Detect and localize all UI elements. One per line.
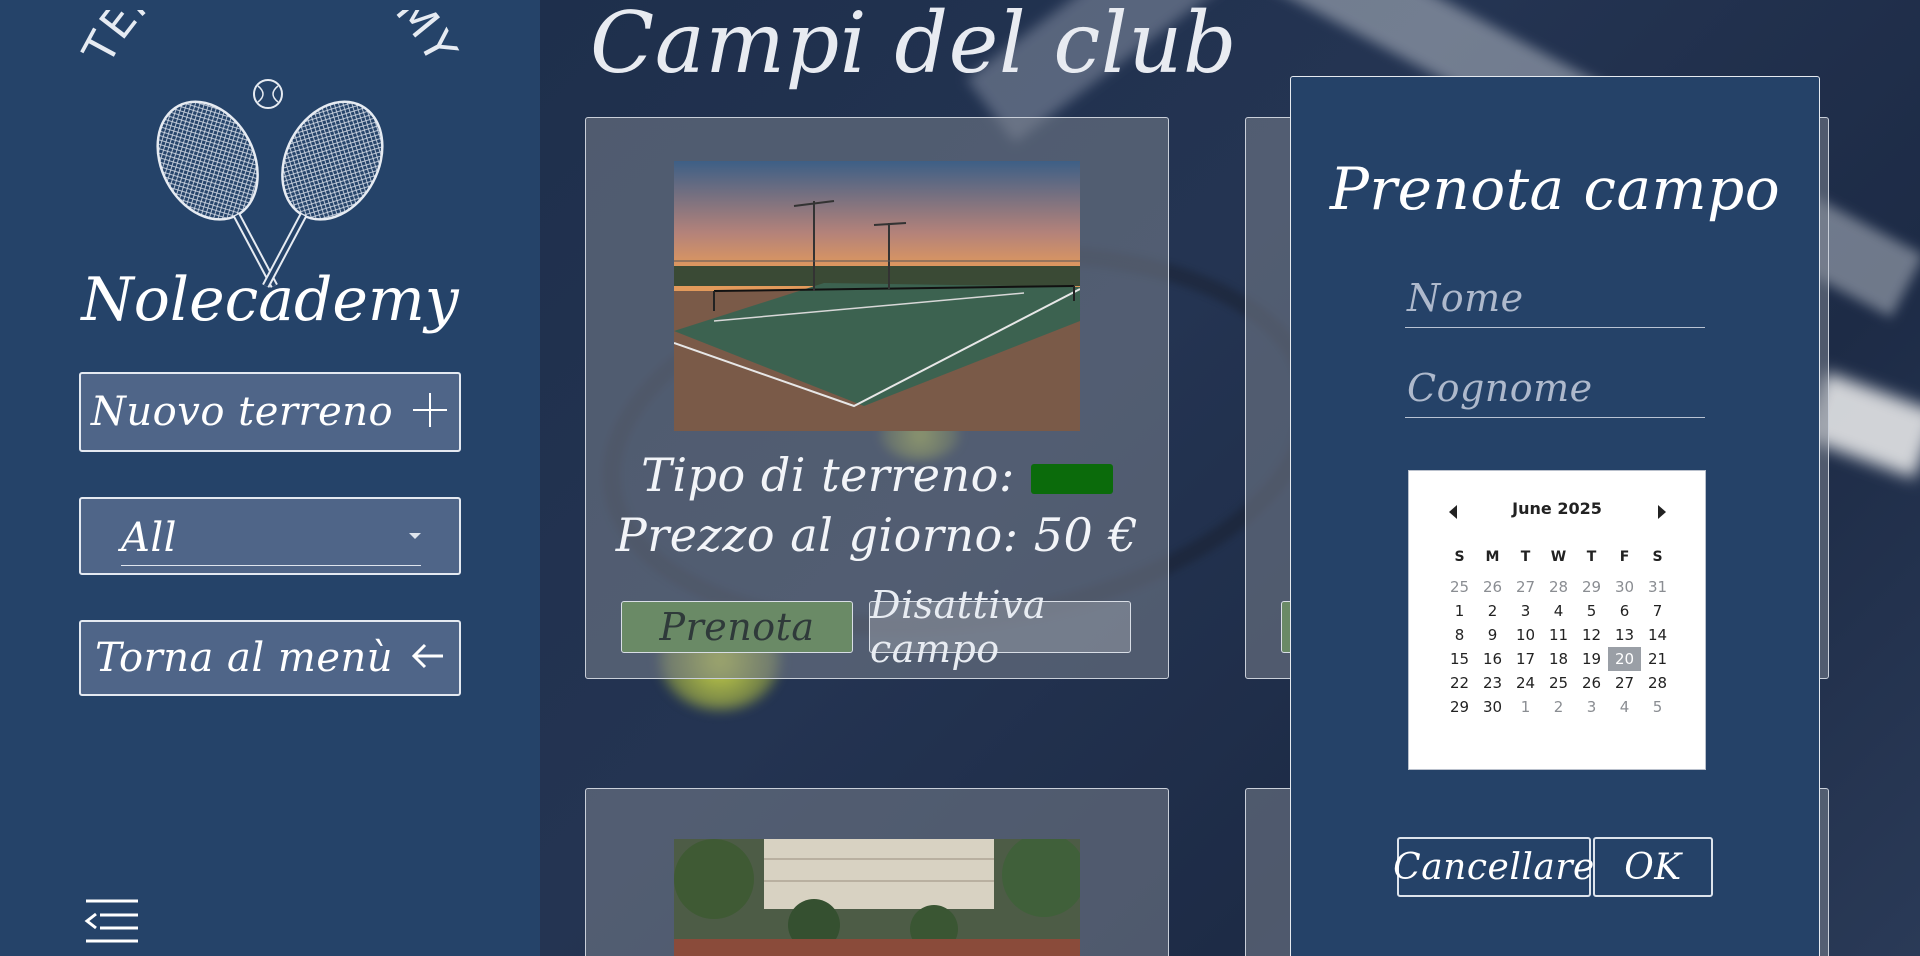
calendar-day[interactable]: 25 xyxy=(1542,671,1575,695)
calendar-day[interactable]: 5 xyxy=(1575,599,1608,623)
new-field-button[interactable]: Nuovo terreno xyxy=(79,372,461,452)
calendar-day[interactable]: 5 xyxy=(1641,695,1674,719)
weekday-label: T xyxy=(1520,549,1531,565)
calendar-day[interactable]: 4 xyxy=(1608,695,1641,719)
calendar-day[interactable]: 17 xyxy=(1509,647,1542,671)
sidebar: TENNIS ACADEMY Nolecademy Nuovo terreno … xyxy=(0,0,540,956)
court-card: Tipo di terreno: Prezzo al giorno: 50 € … xyxy=(585,117,1169,679)
calendar-day[interactable]: 15 xyxy=(1443,647,1476,671)
calendar-day[interactable]: 1 xyxy=(1509,695,1542,719)
calendar-day[interactable]: 16 xyxy=(1476,647,1509,671)
calendar-day[interactable]: 22 xyxy=(1443,671,1476,695)
filter-value: All xyxy=(121,515,177,561)
calendar-day[interactable]: 30 xyxy=(1608,575,1641,599)
calendar-day[interactable]: 13 xyxy=(1608,623,1641,647)
calendar-day[interactable]: 14 xyxy=(1641,623,1674,647)
calendar-day[interactable]: 29 xyxy=(1443,695,1476,719)
date-picker: June 2025 S M T W T F S 25 26 27 28 29 30 31 1 2 3 4 5 6 7 8 9… xyxy=(1408,470,1706,770)
weekday-label: S xyxy=(1652,549,1663,565)
weekday-label: W xyxy=(1550,549,1567,565)
calendar-day[interactable]: 27 xyxy=(1509,575,1542,599)
calendar-day[interactable]: 21 xyxy=(1641,647,1674,671)
name-placeholder: Nome xyxy=(1407,276,1524,320)
surname-field[interactable]: Cognome xyxy=(1405,362,1705,418)
next-month-icon[interactable] xyxy=(1658,505,1666,519)
svg-text:Nolecademy: Nolecademy xyxy=(80,265,460,335)
court-price: Prezzo al giorno: 50 € xyxy=(615,508,1139,562)
calendar-day[interactable]: 2 xyxy=(1476,599,1509,623)
calendar-day[interactable]: 19 xyxy=(1575,647,1608,671)
calendar-day[interactable]: 28 xyxy=(1542,575,1575,599)
page-title: Campi del club xyxy=(590,0,1238,92)
calendar-day[interactable]: 10 xyxy=(1509,623,1542,647)
back-to-menu-button[interactable]: Torna al menù xyxy=(79,620,461,696)
calendar-day[interactable]: 3 xyxy=(1575,695,1608,719)
weekday-label: S xyxy=(1454,549,1465,565)
weekday-label: F xyxy=(1619,549,1630,565)
calendar-day[interactable]: 30 xyxy=(1476,695,1509,719)
calendar-day[interactable]: 29 xyxy=(1575,575,1608,599)
calendar-day[interactable]: 8 xyxy=(1443,623,1476,647)
ok-button[interactable]: OK xyxy=(1593,837,1713,897)
book-button[interactable]: Prenota xyxy=(621,601,853,653)
calendar-day[interactable]: 11 xyxy=(1542,623,1575,647)
back-label: Torna al menù xyxy=(94,635,394,681)
calendar-day[interactable]: 23 xyxy=(1476,671,1509,695)
court-type-row: Tipo di terreno: xyxy=(586,448,1168,502)
calendar-day[interactable]: 12 xyxy=(1575,623,1608,647)
svg-text:TENNIS ACADEMY: TENNIS ACADEMY xyxy=(80,10,460,73)
court-card xyxy=(585,788,1169,956)
calendar-day[interactable]: 26 xyxy=(1476,575,1509,599)
filter-underline xyxy=(121,565,421,566)
booking-title: Prenota campo xyxy=(1329,155,1781,223)
chevron-down-icon xyxy=(409,533,421,539)
arrow-left-icon xyxy=(411,642,445,674)
court-photo xyxy=(674,161,1080,431)
collapse-menu-icon[interactable] xyxy=(84,898,140,944)
court-type-label: Tipo di terreno: xyxy=(641,448,1015,502)
calendar-day[interactable]: 25 xyxy=(1443,575,1476,599)
booking-panel: Prenota campo Nome Cognome June 2025 SMT… xyxy=(1290,76,1820,956)
calendar-day[interactable]: 7 xyxy=(1641,599,1674,623)
plus-icon xyxy=(411,391,449,433)
name-field[interactable]: Nome xyxy=(1405,272,1705,328)
calendar-day[interactable]: 4 xyxy=(1542,599,1575,623)
weekday-label: T xyxy=(1586,549,1597,565)
court-type-color-swatch xyxy=(1030,464,1113,494)
calendar-day[interactable]: 3 xyxy=(1509,599,1542,623)
calendar-day[interactable]: 26 xyxy=(1575,671,1608,695)
tennis-academy-logo: TENNIS ACADEMY Nolecademy xyxy=(80,10,460,335)
deactivate-court-button[interactable]: Disattiva campo xyxy=(869,583,1131,671)
calendar-grid: S M T W T F S 25 26 27 28 29 30 31 1 2 3 4 5 6 7 8 9 10 11 12 13 14… xyxy=(1443,549,1674,719)
court-photo xyxy=(674,839,1080,956)
calendar-day[interactable]: 24 xyxy=(1509,671,1542,695)
weekday-label: M xyxy=(1485,549,1500,565)
cancel-button[interactable]: Cancellare xyxy=(1393,837,1594,897)
court-filter-select[interactable]: All xyxy=(79,497,461,575)
calendar-day[interactable]: 9 xyxy=(1476,623,1509,647)
new-field-label: Nuovo terreno xyxy=(90,389,394,435)
calendar-day[interactable]: 2 xyxy=(1542,695,1575,719)
calendar-day[interactable]: 28 xyxy=(1641,671,1674,695)
calendar-day[interactable]: 6 xyxy=(1608,599,1641,623)
calendar-day[interactable]: 1 xyxy=(1443,599,1476,623)
calendar-day-selected[interactable]: 20 xyxy=(1608,647,1641,671)
surname-placeholder: Cognome xyxy=(1407,366,1593,410)
calendar-day[interactable]: 18 xyxy=(1542,647,1575,671)
calendar-day[interactable]: 31 xyxy=(1641,575,1674,599)
calendar-day[interactable]: 27 xyxy=(1608,671,1641,695)
